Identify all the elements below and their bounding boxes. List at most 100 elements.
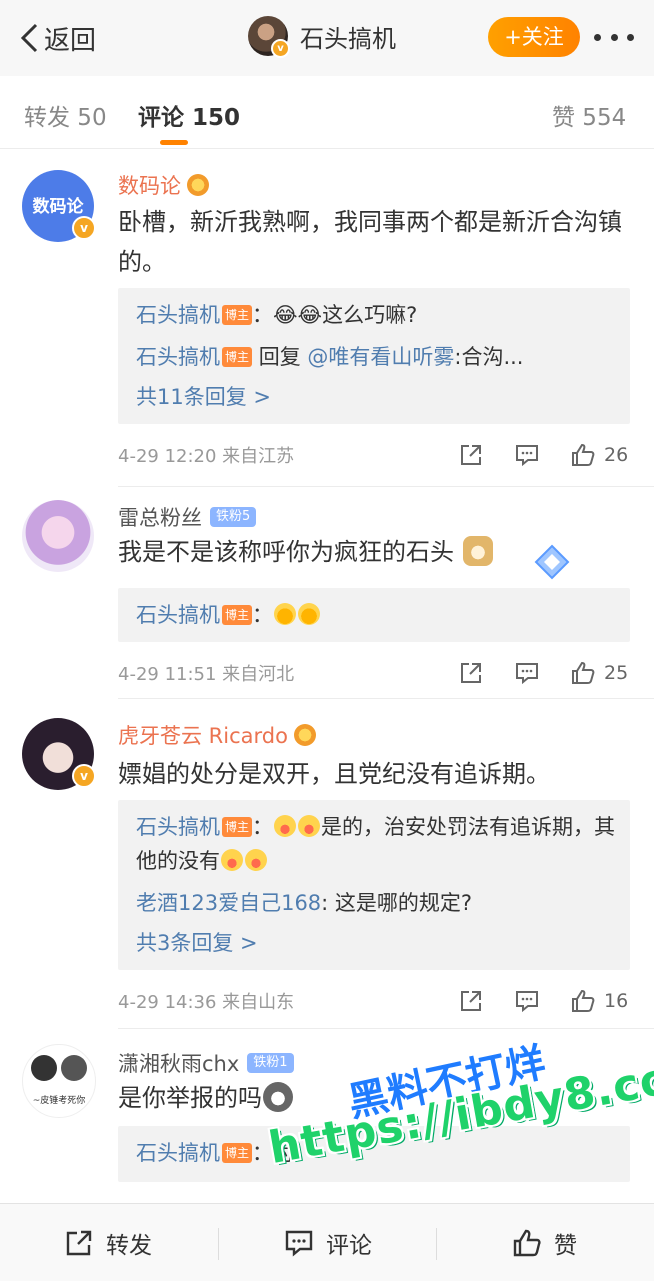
like-count: 25 [604,662,629,684]
meme-face-icon [61,1055,87,1081]
bottom-like-button[interactable]: 赞 [512,1204,577,1281]
reply-author[interactable]: 老酒123爱自己168 [136,891,321,915]
comment-text: 卧槽，新沂我熟啊，我同事两个都是新沂合沟镇的。 [118,208,622,276]
reply-text-rest: :合沟... [454,345,524,369]
active-tab-indicator [160,140,188,145]
avatar[interactable] [22,500,94,572]
comment-icon [516,991,538,1013]
host-tag: 博主 [222,817,253,837]
commenter-name-text: 雷总粉丝 [118,506,202,530]
verified-icon: v [271,39,290,58]
comment-time: 4-29 11:51 来自河北 [118,664,295,685]
comment-icon [516,663,538,685]
comment-icon [285,1230,313,1257]
like-count: 26 [604,444,629,466]
avatar[interactable]: 数码论 v [22,170,96,242]
reply-box[interactable]: 石头搞机 博主：是的，治安处罚法有追诉期，其他的没有 老酒123爱自己168: 这… [118,800,630,970]
divider [118,1028,654,1029]
repost-action[interactable] [458,986,484,1016]
bottom-comment-button[interactable]: 评论 [284,1204,372,1281]
commenter-name[interactable]: 数码论 [118,170,209,200]
reply-line: 老酒123爱自己168: 这是哪的规定? [136,886,616,920]
back-button[interactable]: 返回 [18,18,96,58]
follow-button[interactable]: +关注 [488,17,580,57]
divider [218,1228,219,1260]
comment-action[interactable] [514,440,540,470]
yum-emoji-icon [298,815,321,837]
laugh-cry-emoji-icon [298,603,321,625]
doge-emoji-icon [462,536,493,566]
tab-like[interactable]: 赞 554 [552,98,626,132]
more-options-icon[interactable] [594,27,634,47]
host-tag: 博主 [222,305,253,325]
bottom-repost-button[interactable]: 转发 [64,1204,152,1281]
fan-badge: 铁粉5 [210,507,257,527]
commenter-name-text: 虎牙苍云 Ricardo [118,724,288,748]
yum-emoji-icon [274,815,297,837]
comment-text: 嫖娼的处分是双开，且党纪没有追诉期。 [118,760,550,788]
reply-line: 石头搞机 博主：是的，治安处罚法有追诉期，其他的没有 [136,810,616,878]
reply-box[interactable]: 石头搞机 博主： [118,588,630,642]
back-label: 返回 [44,25,97,56]
avatar[interactable]: v [248,16,290,58]
thumbs-up-icon [572,661,595,684]
reply-author[interactable]: 石头搞机 [136,1141,220,1165]
comment-action[interactable] [514,986,540,1016]
comment-text-content: 我是不是该称呼你为疯狂的石头 [118,538,454,566]
reply-author[interactable]: 石头搞机 [136,345,220,369]
commenter-name-text: 数码论 [118,174,181,198]
crown-icon [187,174,209,196]
reply-line: 石头搞机 博主： [136,598,616,632]
reply-text: ： [252,603,274,627]
commenter-name-text: 潇湘秋雨chx [118,1052,240,1076]
more-replies-link[interactable]: 共11条回复 > [136,380,616,414]
reply-text: ：😂😂这么巧嘛? [252,303,418,327]
bottom-comment-label: 评论 [326,1232,372,1259]
fan-badge: 铁粉1 [247,1053,294,1073]
avatar[interactable]: v [22,718,96,790]
tab-repost[interactable]: 转发 50 [24,98,107,132]
divider [118,486,654,487]
like-action[interactable]: 16 [570,986,628,1016]
divider [118,698,654,699]
repost-action[interactable] [458,440,484,470]
share-icon [461,445,481,465]
comment-time: 4-29 12:20 来自江苏 [118,446,295,467]
reply-line: 石头搞机 博主 回复 @唯有看山听雾:合沟... [136,340,616,374]
comment-time: 4-29 14:36 来自山东 [118,992,295,1013]
comment-action[interactable] [514,658,540,688]
yum-emoji-icon [221,849,243,871]
avatar[interactable]: ~皮锤考死你 [22,1044,96,1118]
reply-author[interactable]: 石头搞机 [136,815,220,839]
more-replies-link[interactable]: 共3条回复 > [136,926,616,960]
divider [436,1228,437,1260]
tab-comment[interactable]: 评论 150 [138,98,240,132]
reply-text: 回复 [252,345,308,369]
header-user[interactable]: v 石头搞机 [248,16,396,58]
commenter-name[interactable]: 雷总粉丝 铁粉5 [118,502,257,532]
header-user-name: 石头搞机 [300,24,396,53]
thumbs-up-icon [572,443,595,466]
yum-emoji-icon [245,849,267,871]
bottom-like-label: 赞 [554,1232,577,1259]
bottom-action-bar: 转发 评论 赞 [0,1203,654,1281]
repost-action[interactable] [458,658,484,688]
reply-author[interactable]: 石头搞机 [136,303,220,327]
reply-box[interactable]: 石头搞机 博主 ：😂😂这么巧嘛? 石头搞机 博主 回复 @唯有看山听雾:合沟... 共… [118,288,630,424]
diamond-sticker-icon [534,544,570,580]
host-tag: 博主 [222,605,253,625]
verified-icon: v [72,764,96,788]
comment-icon [516,445,538,467]
like-action[interactable]: 26 [570,440,628,470]
reply-author[interactable]: 石头搞机 [136,603,220,627]
commenter-name[interactable]: 潇湘秋雨chx 铁粉1 [118,1048,294,1078]
reply-mention[interactable]: @唯有看山听雾 [307,345,454,369]
meme-face-icon [31,1055,57,1081]
chevron-left-icon [20,23,38,53]
commenter-name[interactable]: 虎牙苍云 Ricardo [118,720,316,750]
bottom-repost-label: 转发 [106,1232,152,1259]
laugh-cry-emoji-icon [274,603,297,625]
like-action[interactable]: 25 [570,658,628,688]
reply-text: : 这是哪的规定? [321,891,473,915]
share-icon [461,663,481,683]
